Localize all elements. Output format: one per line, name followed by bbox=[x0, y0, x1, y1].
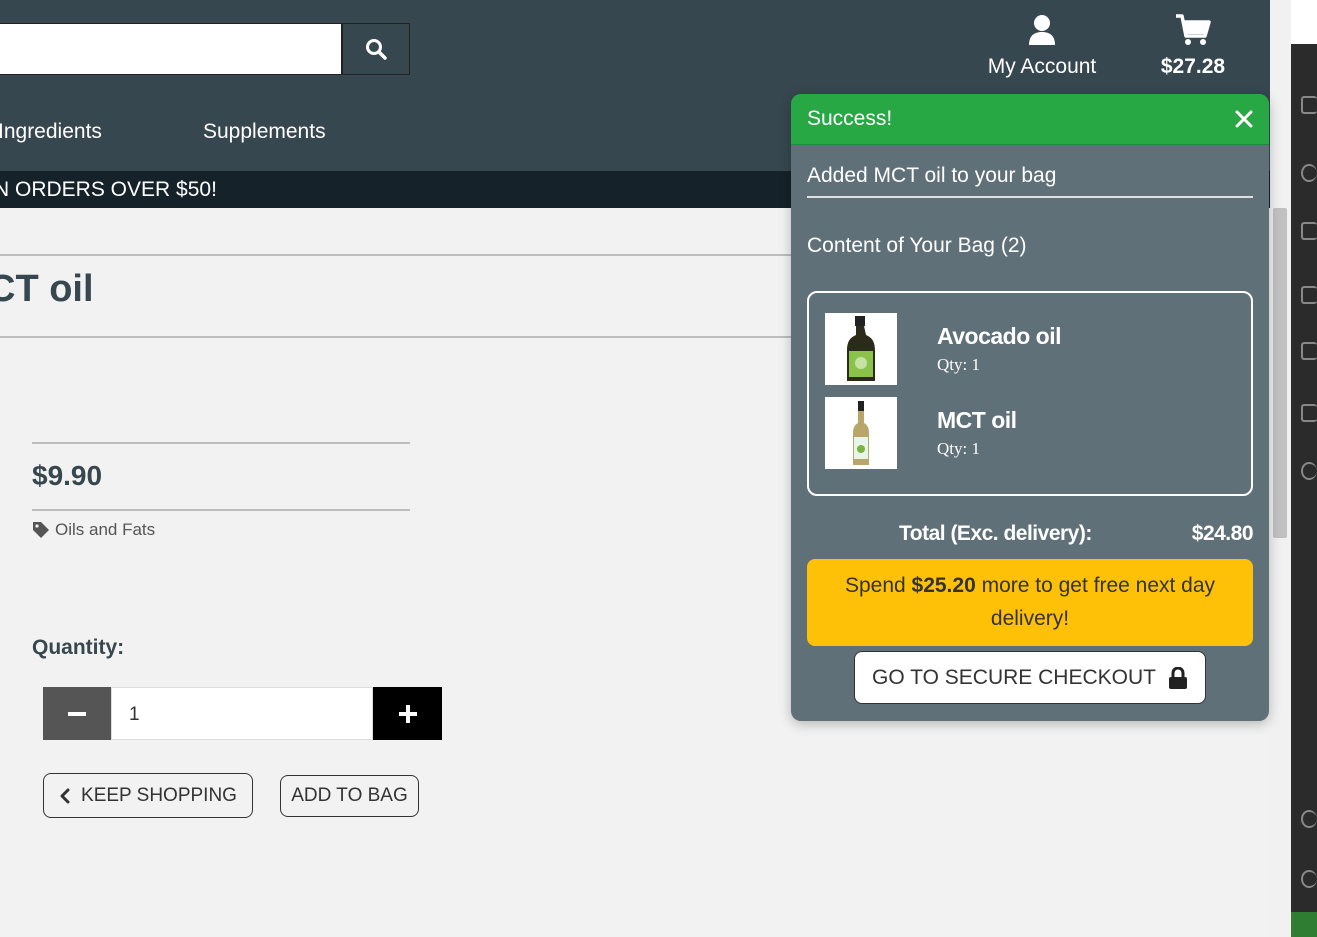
tag-icon bbox=[33, 522, 49, 538]
divider bbox=[0, 254, 791, 256]
cart-icon bbox=[1176, 14, 1211, 45]
chevron-left-icon bbox=[60, 788, 70, 803]
success-toast: Success! Added MCT oil to your bag Conte… bbox=[791, 94, 1269, 721]
devtools-strip-top bbox=[1291, 0, 1317, 44]
quantity-label: Quantity: bbox=[32, 636, 125, 659]
keep-shopping-button[interactable]: KEEP SHOPPING bbox=[43, 773, 253, 818]
free-delivery-suffix: more to get free next day delivery! bbox=[975, 574, 1216, 630]
account-icon[interactable] bbox=[1301, 810, 1317, 828]
plus-icon bbox=[398, 704, 417, 723]
bag-total-value: $24.80 bbox=[1191, 522, 1254, 545]
free-delivery-prefix: Spend bbox=[844, 574, 912, 597]
quantity-increment-button[interactable] bbox=[373, 687, 442, 740]
layout-icon[interactable] bbox=[1301, 404, 1317, 422]
branch-icon[interactable] bbox=[1301, 222, 1317, 240]
toast-close-button[interactable] bbox=[1235, 110, 1253, 128]
promo-banner-text: N ORDERS OVER $50! bbox=[0, 178, 217, 201]
bag-title: Content of Your Bag (2) bbox=[807, 234, 1027, 257]
nav-item-supplements[interactable]: Supplements bbox=[203, 120, 326, 144]
add-to-bag-label: ADD TO BAG bbox=[291, 785, 408, 806]
search-icon bbox=[366, 39, 387, 60]
secure-checkout-label: GO TO SECURE CHECKOUT bbox=[872, 665, 1156, 689]
product-title: CT oil bbox=[0, 268, 94, 310]
user-icon bbox=[1029, 15, 1055, 45]
quantity-decrement-button[interactable] bbox=[43, 687, 111, 740]
search-input[interactable] bbox=[0, 23, 342, 75]
extension-badge[interactable] bbox=[1291, 912, 1317, 937]
copy-icon[interactable] bbox=[1301, 96, 1317, 114]
toast-header: Success! bbox=[791, 94, 1269, 145]
scrollbar-thumb[interactable] bbox=[1273, 208, 1287, 538]
divider bbox=[32, 509, 410, 511]
product-price: $9.90 bbox=[32, 460, 103, 491]
bag-item-name: Avocado oil bbox=[937, 323, 1062, 349]
circle-icon[interactable] bbox=[1301, 462, 1317, 480]
secure-checkout-button[interactable]: GO TO SECURE CHECKOUT bbox=[854, 651, 1206, 704]
toast-title: Success! bbox=[807, 107, 893, 130]
monitor-icon[interactable] bbox=[1301, 342, 1317, 360]
product-thumbnail bbox=[825, 397, 897, 469]
quantity-stepper: 1 bbox=[43, 687, 442, 740]
mct-oil-bottle-image bbox=[853, 401, 869, 465]
divider bbox=[32, 442, 410, 444]
bag-total-label: Total (Exc. delivery): bbox=[899, 522, 1092, 545]
bag-item-name: MCT oil bbox=[937, 407, 1017, 433]
add-to-bag-button[interactable]: ADD TO BAG bbox=[280, 775, 419, 817]
my-account-link[interactable]: My Account bbox=[982, 14, 1102, 79]
lock-icon bbox=[1168, 666, 1187, 689]
cart-total: $27.28 bbox=[1160, 55, 1226, 78]
close-icon bbox=[1235, 110, 1253, 128]
toast-message: Added MCT oil to your bag bbox=[807, 164, 1253, 198]
bag-item-qty: Qty: 1 bbox=[937, 355, 980, 374]
avocado-oil-bottle-image bbox=[847, 316, 875, 381]
settings-icon[interactable] bbox=[1301, 870, 1317, 888]
quantity-input[interactable]: 1 bbox=[111, 687, 373, 740]
bag-item[interactable]: Avocado oil Qty: 1 bbox=[825, 313, 1235, 385]
divider bbox=[0, 336, 791, 338]
keep-shopping-label: KEEP SHOPPING bbox=[81, 784, 237, 806]
search-icon[interactable] bbox=[1301, 164, 1317, 182]
free-delivery-notice: Spend $25.20 more to get free next day d… bbox=[807, 559, 1253, 646]
bag-item-qty: Qty: 1 bbox=[937, 439, 980, 458]
bag-item[interactable]: MCT oil Qty: 1 bbox=[825, 397, 1235, 469]
product-category-link[interactable]: Oils and Fats bbox=[32, 520, 155, 540]
product-category-label: Oils and Fats bbox=[55, 520, 156, 539]
search-button[interactable] bbox=[342, 23, 410, 75]
bag-contents: Avocado oil Qty: 1 MCT oil Qty: 1 bbox=[807, 291, 1253, 496]
free-delivery-amount: $25.20 bbox=[911, 574, 976, 597]
nav-item-ingredients[interactable]: Ingredients bbox=[0, 120, 102, 144]
minus-icon bbox=[68, 711, 86, 716]
bug-icon[interactable] bbox=[1301, 286, 1317, 304]
cart-link[interactable]: $27.28 bbox=[1148, 14, 1238, 79]
product-thumbnail bbox=[825, 313, 897, 385]
my-account-label: My Account bbox=[987, 55, 1097, 78]
